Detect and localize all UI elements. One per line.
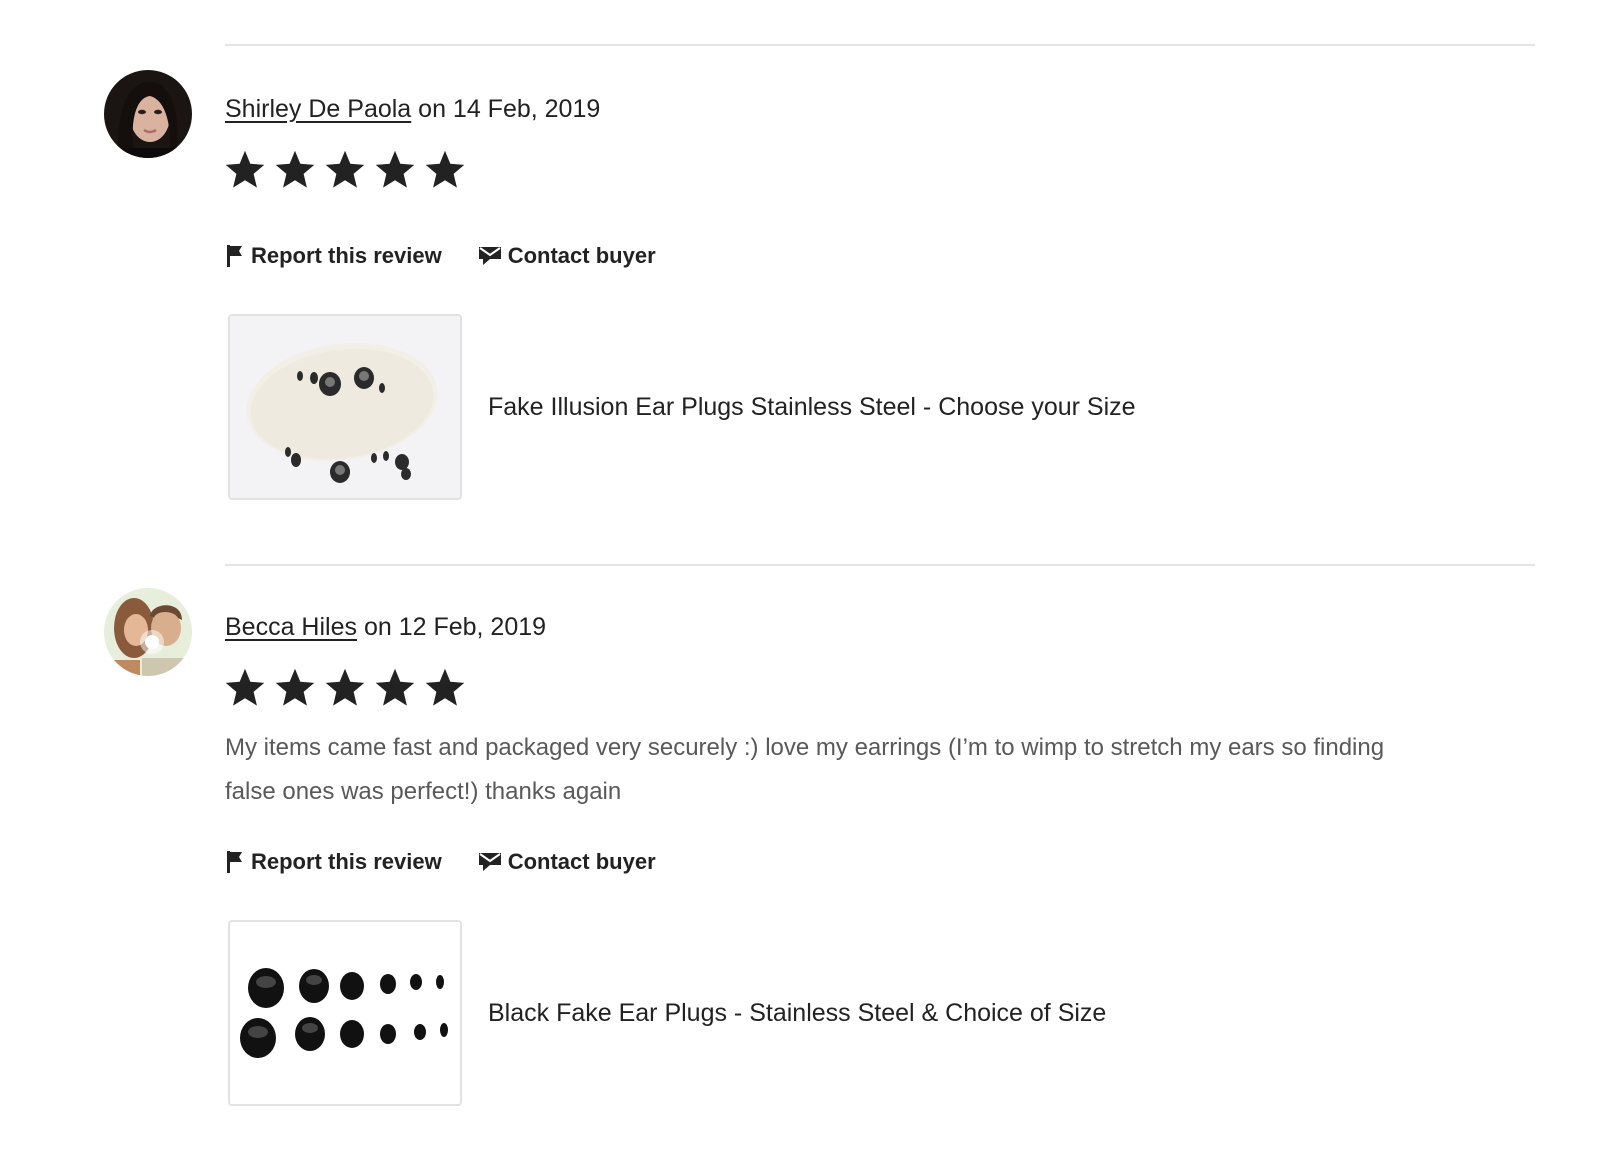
star-rating <box>223 148 467 192</box>
star-icon <box>375 668 415 706</box>
divider <box>225 44 1535 46</box>
flag-icon <box>227 245 242 267</box>
avatar[interactable] <box>104 70 192 158</box>
avatar[interactable] <box>104 588 192 676</box>
star-icon <box>275 668 315 706</box>
contact-buyer-button[interactable]: Contact buyer <box>478 849 656 875</box>
message-icon <box>478 853 501 871</box>
message-icon <box>478 247 501 265</box>
star-icon <box>225 150 265 188</box>
star-icon <box>325 668 365 706</box>
star-icon <box>375 150 415 188</box>
star-rating <box>223 666 467 710</box>
product-thumbnail[interactable] <box>228 920 462 1106</box>
star-icon <box>225 668 265 706</box>
report-review-button[interactable]: Report this review <box>225 849 442 875</box>
review-byline: Shirley De Paola on 14 Feb, 2019 <box>225 92 600 126</box>
star-icon <box>325 150 365 188</box>
flag-icon <box>227 851 242 873</box>
review-date: on 14 Feb, 2019 <box>411 95 601 123</box>
reviewed-product: Fake Illusion Ear Plugs Stainless Steel … <box>228 314 1136 500</box>
author-link[interactable]: Becca Hiles <box>225 613 357 641</box>
star-icon <box>425 668 465 706</box>
contact-buyer-label: Contact buyer <box>507 243 656 268</box>
contact-buyer-button[interactable]: Contact buyer <box>478 243 656 269</box>
author-link[interactable]: Shirley De Paola <box>225 95 411 123</box>
contact-buyer-label: Contact buyer <box>507 849 656 874</box>
report-review-label: Report this review <box>251 243 442 268</box>
product-title-link[interactable]: Fake Illusion Ear Plugs Stainless Steel … <box>488 393 1136 422</box>
reviewed-product: Black Fake Ear Plugs - Stainless Steel &… <box>228 920 1106 1106</box>
reviews-page: Shirley De Paola on 14 Feb, 2019 Report … <box>0 0 1600 1158</box>
report-review-button[interactable]: Report this review <box>225 243 442 269</box>
review-actions: Report this review Contact buyer <box>225 849 656 875</box>
report-review-label: Report this review <box>251 849 442 874</box>
product-title-link[interactable]: Black Fake Ear Plugs - Stainless Steel &… <box>488 999 1106 1028</box>
star-icon <box>275 150 315 188</box>
star-icon <box>425 150 465 188</box>
product-thumbnail[interactable] <box>228 314 462 500</box>
review-actions: Report this review Contact buyer <box>225 243 656 269</box>
divider <box>225 564 1535 566</box>
review-text: My items came fast and packaged very sec… <box>225 734 1385 805</box>
review-byline: Becca Hiles on 12 Feb, 2019 <box>225 610 546 644</box>
review-date: on 12 Feb, 2019 <box>357 613 547 641</box>
